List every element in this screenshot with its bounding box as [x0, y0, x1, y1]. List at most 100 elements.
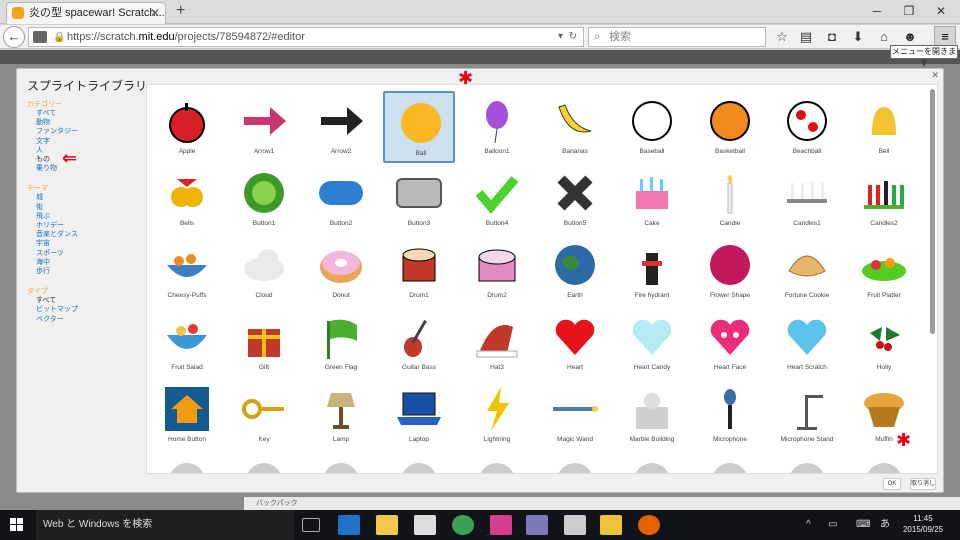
tray-expand-icon[interactable]: ^ — [806, 510, 811, 540]
minimize-icon[interactable]: ─ — [862, 2, 892, 20]
sprite-tile[interactable]: Drum2 — [461, 235, 533, 307]
sprite-tile[interactable] — [771, 451, 843, 473]
sprite-tile[interactable]: Fruit Platter — [848, 235, 920, 307]
sidebar-item[interactable]: 歩行 — [27, 267, 137, 276]
sprite-tile[interactable]: Bananas — [539, 91, 611, 163]
sidebar-item[interactable]: 動物 — [27, 118, 137, 127]
sidebar-item[interactable]: 宇宙 — [27, 239, 137, 248]
ok-button[interactable]: OK — [883, 478, 901, 490]
sprite-tile[interactable]: Fire hydrant — [616, 235, 688, 307]
sprite-tile[interactable]: Fruit Salad — [151, 307, 223, 379]
task-view-icon[interactable] — [302, 518, 320, 532]
sprite-tile[interactable]: Gift — [228, 307, 300, 379]
sprite-tile[interactable]: Fortune Cookie — [771, 235, 843, 307]
bookmark-star-icon[interactable]: ☆ — [772, 28, 792, 46]
camera-app-icon[interactable] — [564, 515, 586, 535]
sprite-tile[interactable]: Heart — [539, 307, 611, 379]
media-app-icon[interactable] — [600, 515, 622, 535]
sprite-tile[interactable]: Heart Candy — [616, 307, 688, 379]
search-input[interactable]: ⌕ 検索 — [588, 27, 766, 47]
sprite-tile[interactable] — [848, 451, 920, 473]
back-button[interactable]: ← — [3, 26, 25, 48]
sidebar-item[interactable]: 文字 — [27, 137, 137, 146]
sprite-tile[interactable]: Arrow1 — [228, 91, 300, 163]
library-scrollbar[interactable] — [930, 89, 935, 334]
firefox-icon[interactable] — [638, 515, 660, 535]
sprite-tile[interactable]: Flower Shape — [694, 235, 766, 307]
cancel-button[interactable]: 取り消し — [910, 478, 936, 490]
sidebar-item[interactable]: 街 — [27, 203, 137, 212]
taskbar-search-box[interactable]: Web と Windows を検索 — [36, 510, 294, 540]
sprite-tile[interactable]: Balloon1 — [461, 91, 533, 163]
new-tab-button[interactable]: + — [176, 2, 185, 20]
sprite-tile[interactable] — [151, 451, 223, 473]
sprite-tile[interactable]: Candles1 — [771, 163, 843, 235]
sprite-tile[interactable]: Cake — [616, 163, 688, 235]
sidebar-item[interactable]: もの — [27, 155, 137, 164]
sprite-tile[interactable]: Laptop — [383, 379, 455, 451]
store-icon[interactable] — [414, 515, 436, 535]
sprite-tile[interactable] — [461, 451, 533, 473]
sidebar-item[interactable]: 人 — [27, 146, 137, 155]
restore-icon[interactable]: ❐ — [894, 2, 924, 20]
sprite-tile[interactable]: Candle — [694, 163, 766, 235]
sprite-tile[interactable]: Green Flag — [305, 307, 377, 379]
sprite-tile[interactable]: Drum1 — [383, 235, 455, 307]
sidebar-item[interactable]: 飛ぶ — [27, 212, 137, 221]
edge-icon[interactable] — [338, 515, 360, 535]
sprite-tile[interactable]: Button2 — [305, 163, 377, 235]
ime-indicator[interactable]: あ — [880, 510, 890, 540]
sidebar-item[interactable]: 乗り物 — [27, 164, 137, 173]
sprite-tile[interactable]: Beachball — [771, 91, 843, 163]
sprite-tile[interactable]: Donut — [305, 235, 377, 307]
sprite-tile[interactable]: Button3 — [383, 163, 455, 235]
pocket-icon[interactable]: ◘ — [822, 28, 842, 46]
sprite-tile[interactable] — [383, 451, 455, 473]
sidebar-item[interactable]: ファンタジー — [27, 127, 137, 136]
sprite-tile[interactable]: Earth — [539, 235, 611, 307]
sidebar-item[interactable]: すべて — [27, 109, 137, 118]
sprite-tile[interactable]: Cloud — [228, 235, 300, 307]
url-bar[interactable]: 🔒 https://scratch.mit.edu/projects/78594… — [28, 27, 584, 47]
sprite-tile[interactable] — [539, 451, 611, 473]
notification-icon[interactable]: ▭ — [828, 510, 837, 540]
sprite-tile[interactable]: Key — [228, 379, 300, 451]
sidebar-item[interactable]: ホリデー — [27, 221, 137, 230]
sprite-tile[interactable] — [616, 451, 688, 473]
sprite-tile[interactable]: Heart Scratch — [771, 307, 843, 379]
sprite-tile[interactable]: Microphone — [694, 379, 766, 451]
home-icon[interactable]: ⌂ — [874, 28, 894, 46]
sidebar-item[interactable]: スポーツ — [27, 249, 137, 258]
sidebar-item[interactable]: 海中 — [27, 258, 137, 267]
backpack-bar[interactable]: バックパック — [244, 497, 960, 510]
sprite-tile[interactable] — [305, 451, 377, 473]
sprite-tile[interactable]: Candles2 — [848, 163, 920, 235]
sidebar-item[interactable]: 音楽とダンス — [27, 230, 137, 239]
keyboard-icon[interactable]: ⌨ — [856, 510, 870, 540]
sprite-tile[interactable]: Button5 — [539, 163, 611, 235]
sprite-tile[interactable] — [694, 451, 766, 473]
sprite-tile[interactable]: Lamp — [305, 379, 377, 451]
reading-list-icon[interactable]: ▤ — [796, 28, 816, 46]
clock[interactable]: 11:45 2015/09/25 — [900, 513, 946, 535]
sidebar-item[interactable]: すべて — [27, 296, 137, 305]
sprite-tile[interactable]: Bell — [848, 91, 920, 163]
sprite-tile[interactable]: Bells — [151, 163, 223, 235]
sprite-tile[interactable]: Basketball — [694, 91, 766, 163]
dialog-close-icon[interactable]: ✕ — [931, 70, 939, 81]
paint-icon[interactable] — [526, 515, 548, 535]
sprite-tile[interactable]: Heart Face — [694, 307, 766, 379]
sidebar-item[interactable]: ビットマップ — [27, 305, 137, 314]
chrome-icon[interactable] — [452, 515, 474, 535]
sprite-tile[interactable]: Holly — [848, 307, 920, 379]
sidebar-item[interactable]: 城 — [27, 193, 137, 202]
file-explorer-icon[interactable] — [376, 515, 398, 535]
sidebar-item[interactable]: ベクター — [27, 315, 137, 324]
windows-start-icon[interactable] — [10, 518, 24, 532]
dropdown-reload-icon[interactable]: ▾ ↻ — [558, 28, 577, 46]
app-grid-icon[interactable] — [490, 515, 512, 535]
sprite-tile[interactable]: Button4 — [461, 163, 533, 235]
sprite-tile[interactable]: Baseball — [616, 91, 688, 163]
sprite-tile[interactable]: Arrow2 — [305, 91, 377, 163]
sprite-tile[interactable]: Magic Wand — [539, 379, 611, 451]
